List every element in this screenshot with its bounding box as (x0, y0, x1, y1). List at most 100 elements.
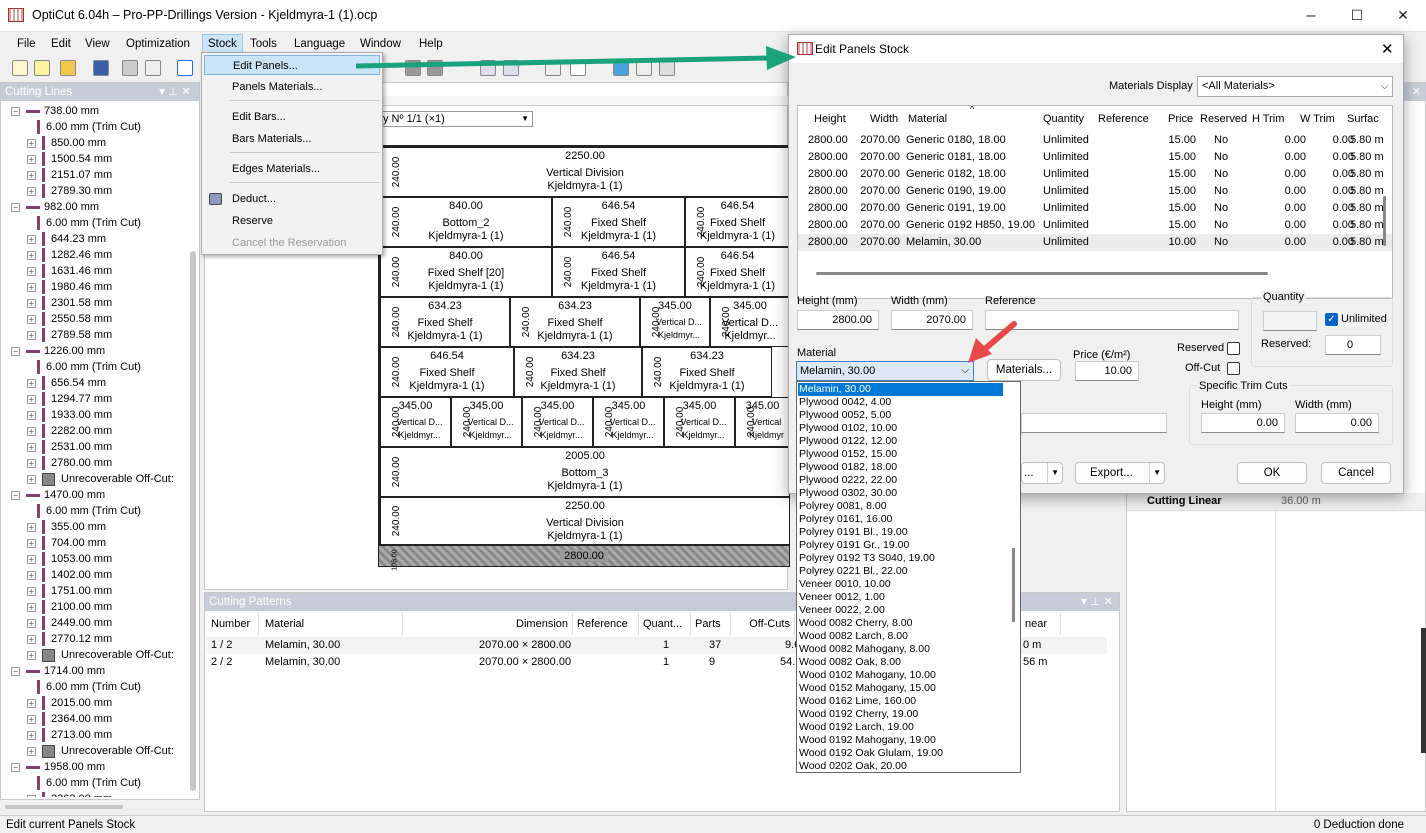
expand-icon[interactable]: + (27, 746, 36, 756)
expand-icon[interactable]: + (27, 266, 36, 276)
cut-line-item[interactable]: +2550.58 mm (27, 311, 112, 327)
dialog-close-button[interactable]: ✕ (1381, 40, 1394, 58)
material-option[interactable]: Wood 0192 Cherry, 19.00 (798, 708, 1003, 721)
expand-icon[interactable]: + (27, 154, 36, 164)
close-icon[interactable]: ✕ (1412, 83, 1421, 101)
height-input[interactable]: 2800.00 (797, 310, 879, 330)
table-row[interactable]: 2800.00 2070.00 Generic 0180, 18.00 Unlimit… (798, 132, 1392, 149)
board-piece[interactable]: 240.00 345.00 Vertical D... Kjeldmyr... (522, 397, 593, 447)
collapse-icon[interactable]: − (11, 106, 20, 116)
trim-height-input[interactable]: 0.00 (1201, 413, 1285, 433)
cut-line-item[interactable]: +1980.46 mm (27, 279, 112, 295)
reserved-checkbox[interactable] (1227, 342, 1240, 355)
board-piece[interactable]: 240.00 2250.00 Vertical Division Kjeldmyra-… (380, 147, 790, 197)
col-offcuts[interactable]: Off-Cuts (731, 613, 795, 635)
material-option[interactable]: Wood 0082 Oak, 8.00 (798, 656, 1003, 669)
col-material[interactable]: Material (908, 108, 947, 130)
view-icon[interactable] (405, 60, 421, 76)
board-piece[interactable]: 240.00 634.23 Fixed Shelf Kjeldmyra-1 (1) (514, 347, 642, 397)
material-option[interactable]: Plywood 0042, 4.00 (798, 396, 1003, 409)
collapse-icon[interactable]: − (11, 490, 20, 500)
material-option[interactable]: Wood 0202 Oak, 20.00 (798, 760, 1003, 772)
board-piece[interactable]: 240.00 345.00 Vertical D... Kjeldmyr... (451, 397, 522, 447)
material-option[interactable]: Polyrey 0191 Bl., 19.00 (798, 526, 1003, 539)
menu-bars-materials[interactable]: Bars Materials... (204, 129, 380, 149)
cut-line-item[interactable]: +1933.00 mm (27, 407, 112, 423)
import-button[interactable]: ... ▼ (1021, 462, 1063, 484)
material-option[interactable]: Wood 0082 Mahogany, 8.00 (798, 643, 1003, 656)
board-piece[interactable]: 240.00 646.54 Fixed Shelf Kjeldmyra-1 (1) (380, 347, 514, 397)
open-folder-icon[interactable] (60, 60, 76, 76)
col-width[interactable]: Width (870, 108, 898, 130)
cut-line-item[interactable]: +2282.00 mm (27, 423, 112, 439)
menu-window[interactable]: Window (355, 35, 406, 53)
minimize-button[interactable]: – (1288, 0, 1334, 32)
cut-line-item[interactable]: 6.00 mm (Trim Cut) (37, 679, 141, 695)
col-surface[interactable]: Surfac (1347, 108, 1379, 130)
material-option[interactable]: Polyrey 0081, 8.00 (798, 500, 1003, 513)
cut-line-item[interactable]: 6.00 mm (Trim Cut) (37, 215, 141, 231)
grid-vscrollbar[interactable] (1383, 196, 1386, 246)
expand-icon[interactable]: + (27, 586, 36, 596)
left-pane-hscrollbar[interactable] (5, 805, 123, 809)
menu-reserve[interactable]: Reserve (204, 211, 380, 231)
material-option[interactable]: Wood 0082 Cherry, 8.00 (798, 617, 1003, 630)
cut-group-item[interactable]: − 1470.00 mm (11, 487, 105, 503)
cut-line-item[interactable]: + Unrecoverable Off-Cut: (27, 743, 174, 759)
expand-icon[interactable]: + (27, 282, 36, 292)
col-quantity[interactable]: Quantity (1043, 108, 1084, 130)
cut-group-item[interactable]: − 738.00 mm (11, 103, 99, 119)
collapse-icon[interactable]: − (11, 666, 20, 676)
cut-line-item[interactable]: +1631.46 mm (27, 263, 112, 279)
material-option[interactable]: Veneer 0012, 1.00 (798, 591, 1003, 604)
zoom-out-icon[interactable] (503, 60, 519, 76)
expand-icon[interactable]: + (27, 170, 36, 180)
cut-line-item[interactable]: +1751.00 mm (27, 583, 112, 599)
board-piece[interactable]: 240.00 2005.00 Bottom_3 Kjeldmyra-1 (1) (380, 447, 790, 497)
expand-icon[interactable]: + (27, 442, 36, 452)
comment-input[interactable] (1021, 413, 1167, 433)
trim-width-input[interactable]: 0.00 (1295, 413, 1379, 433)
board-piece[interactable]: 240.00 634.23 Fixed Shelf Kjeldmyra-1 (1) (642, 347, 772, 397)
reserved-qty-input[interactable]: 0 (1325, 335, 1381, 355)
ok-button[interactable]: OK (1237, 462, 1307, 484)
unlimited-checkbox[interactable]: ✓ (1325, 313, 1338, 326)
material-option[interactable]: Melamin, 30.00 (798, 383, 1003, 396)
expand-icon[interactable]: + (27, 458, 36, 468)
col-reserved[interactable]: Reserved (1200, 108, 1247, 130)
material-option[interactable]: Plywood 0152, 15.00 (798, 448, 1003, 461)
board-piece[interactable]: 240.00 646.54 Fixed Shelf Kjeldmyra-1 (1) (685, 197, 790, 247)
col-dimension[interactable]: Dimension (403, 613, 573, 635)
material-option[interactable]: Plywood 0102, 10.00 (798, 422, 1003, 435)
menu-edit-panels[interactable]: Edit Panels... (204, 55, 380, 75)
board-piece[interactable]: 240.00 345.00 Vertical D... Kjeldmyr... (710, 297, 790, 347)
expand-icon[interactable]: + (27, 250, 36, 260)
cut-line-item[interactable]: 6.00 mm (Trim Cut) (37, 119, 141, 135)
cut-line-item[interactable]: +850.00 mm (27, 135, 106, 151)
cut-group-item[interactable]: − 1714.00 mm (11, 663, 105, 679)
right-scrollbar[interactable] (1421, 628, 1426, 753)
expand-icon[interactable]: + (27, 522, 36, 532)
cut-line-item[interactable]: 6.00 mm (Trim Cut) (37, 775, 141, 791)
close-button[interactable]: ✕ (1380, 0, 1426, 32)
cut-line-item[interactable]: +1402.00 mm (27, 567, 112, 583)
material-option[interactable]: Plywood 0302, 30.00 (798, 487, 1003, 500)
maximize-button[interactable]: ☐ (1334, 0, 1380, 32)
col-parts[interactable]: Parts (691, 613, 731, 635)
menu-cancel-reservation[interactable]: Cancel the Reservation (204, 233, 380, 253)
board-piece[interactable]: 240.00 345.00 Vertical D... Kjeldmyr... (664, 397, 735, 447)
col-price[interactable]: Price (1168, 108, 1193, 130)
cut-line-item[interactable]: +2364.00 mm (27, 711, 112, 727)
col-height[interactable]: Height (814, 108, 846, 130)
price-input[interactable]: 10.00 (1075, 361, 1139, 381)
menu-stock[interactable]: Stock (202, 34, 243, 54)
table-row[interactable]: 2800.00 2070.00 Generic 0192 H850, 19.00 Un… (798, 217, 1392, 234)
material-option[interactable]: Wood 0102 Mahogany, 10.00 (798, 669, 1003, 682)
cut-group-item[interactable]: − 982.00 mm (11, 199, 99, 215)
cut-group-item[interactable]: − 1958.00 mm (11, 759, 105, 775)
display-icon[interactable] (613, 60, 629, 76)
board-piece[interactable]: 240.00 840.00 Fixed Shelf [20] Kjeldmyra-1 … (380, 247, 552, 297)
collapse-icon[interactable]: − (11, 202, 20, 212)
material-option[interactable]: Wood 0152 Mahogany, 15.00 (798, 682, 1003, 695)
material-select[interactable]: Melamin, 30.00 ⌵ (796, 361, 974, 381)
